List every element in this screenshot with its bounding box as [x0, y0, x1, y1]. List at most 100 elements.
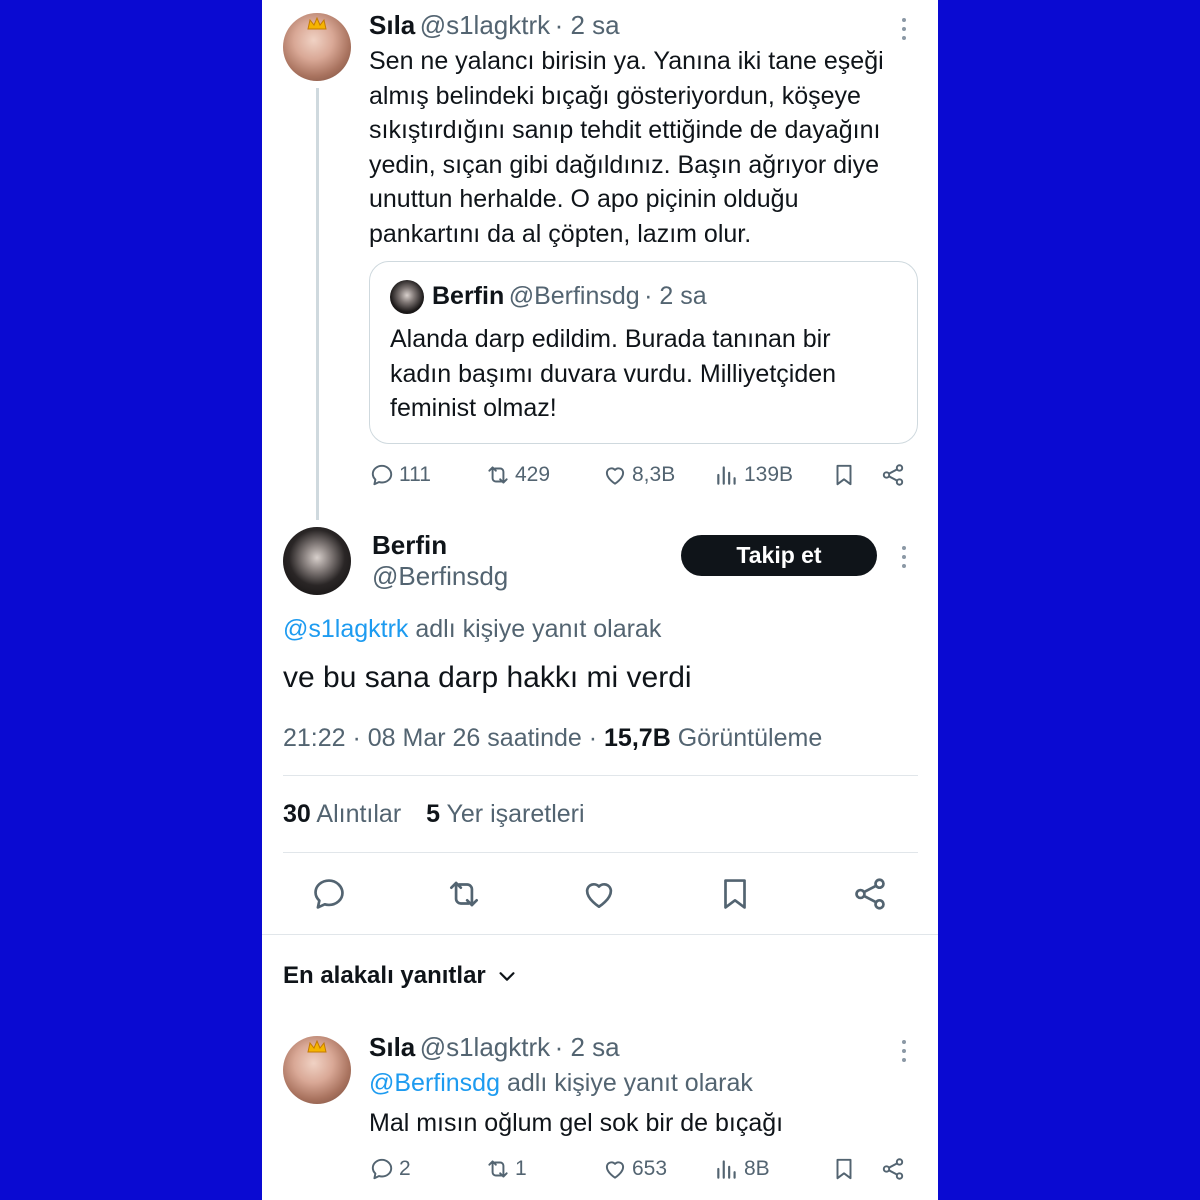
tweet1-line: unuttun herhalde. O apo piçinin olduğu [369, 185, 799, 213]
like-icon [605, 467, 625, 485]
tweet1-bookmark-button[interactable] [831, 462, 857, 488]
quote-header: Berfin @Berfinsdg · 2 sa [432, 282, 707, 311]
main-views-label: Görüntüleme [677, 724, 823, 752]
reply-reply-button[interactable]: 2 [369, 1156, 411, 1182]
reply-reply-to-link[interactable]: @Berfinsdg [369, 1069, 500, 1097]
quote-name: Berfin [432, 282, 505, 310]
reply-bookmark-button[interactable] [831, 1156, 857, 1182]
views-icon [717, 1160, 736, 1179]
bookmarks-stat[interactable]: 5 Yer işaretleri [426, 800, 584, 828]
reply-context: @Berfinsdg adlı kişiye yanıt olarak [369, 1069, 753, 1098]
main-meta: 21:22 · 08 Mar 26 saatinde · 15,7B Görün… [283, 724, 822, 753]
reply-handle[interactable]: @s1lagktrk [420, 1032, 550, 1062]
tweet1-reply-count: 111 [399, 463, 431, 486]
quote-line: kadın başımı duvara vurdu. Milliyetçiden [390, 359, 837, 388]
reply-like-button[interactable]: 653 [602, 1156, 667, 1182]
reply-reply-count: 2 [399, 1157, 411, 1180]
tweet1-repost-count: 429 [515, 463, 551, 486]
main-views-count: 15,7B [604, 724, 671, 752]
quotes-stat[interactable]: 30 Alıntılar [283, 800, 401, 828]
share-icon [882, 464, 904, 486]
quote-line: feminist olmaz! [390, 394, 557, 422]
main-like-icon[interactable] [580, 875, 618, 913]
reply-repost-count: 1 [515, 1157, 527, 1180]
tweet1-views-button[interactable]: 139B [714, 462, 793, 488]
divider [283, 775, 918, 776]
main-tweet-text: ve bu sana darp hakkı mi verdi [283, 661, 692, 694]
tweet1-like-count: 8,3B [632, 463, 676, 486]
quotes-label: Alıntılar [316, 800, 402, 828]
divider [283, 852, 918, 853]
tweet1-line: Sen ne yalancı birisin ya. Yanına iki ta… [369, 47, 884, 75]
divider [262, 934, 938, 935]
tweet1-like-button[interactable]: 8,3B [602, 462, 675, 488]
tweet1-repost-button[interactable]: 429 [485, 462, 550, 488]
tweet1-line: almış belindeki bıçağı gösteriyordun, kö… [369, 81, 861, 110]
quote-handle: @Berfinsdg [508, 282, 640, 310]
reply-text: Mal mısın oğlum gel sok bir de bıçağı [369, 1109, 784, 1137]
quote-text: Alanda darp edildim. Burada tanınan bir … [390, 322, 900, 426]
main-reply-icon[interactable] [310, 875, 348, 913]
reply-to-suffix: adlı kişiye yanıt olarak [415, 615, 662, 643]
thread-line [316, 88, 319, 520]
quote-avatar [390, 280, 424, 314]
bookmark-icon [836, 1158, 852, 1180]
reply-views-button[interactable]: 8B [714, 1156, 770, 1182]
reply-share-button[interactable] [880, 1156, 906, 1182]
avatar-sila[interactable] [283, 13, 351, 81]
tweet1-views-count: 139B [744, 463, 794, 486]
main-bookmark-icon[interactable] [716, 875, 754, 913]
reply-icon [371, 464, 393, 486]
replies-sort-label: En alakalı yanıtlar [283, 962, 486, 989]
reply-views-count: 8B [744, 1157, 770, 1180]
quoted-tweet-card[interactable]: Berfin @Berfinsdg · 2 sa Alanda darp edi… [369, 261, 918, 444]
main-timestamp[interactable]: 21:22 · 08 Mar 26 saatinde · [283, 724, 597, 752]
main-more-icon[interactable] [900, 546, 908, 568]
bookmarks-count: 5 [426, 800, 441, 828]
reply-header: Sıla @s1lagktrk · 2 sa [369, 1032, 620, 1063]
quotes-count: 30 [283, 800, 311, 828]
quote-line: Alanda darp edildim. Burada tanınan bir [390, 325, 831, 353]
views-icon [717, 466, 736, 485]
quote-time: · 2 sa [644, 282, 707, 310]
like-icon [605, 1161, 625, 1179]
main-share-icon[interactable] [851, 875, 889, 913]
main-name[interactable]: Berfin [372, 530, 447, 561]
reply-more-icon[interactable] [900, 1040, 908, 1062]
tweet-thread-panel: Sıla @s1lagktrk · 2 sa Sen ne yalancı bi… [262, 0, 938, 1200]
crown-emoji-icon [307, 1040, 327, 1053]
tweet1-share-button[interactable] [880, 462, 906, 488]
main-reply-context: @s1lagktrk adlı kişiye yanıt olarak [283, 615, 661, 644]
tweet1-line: yedin, sıçan gibi dağıldınız. Başın ağrı… [369, 150, 880, 179]
follow-button[interactable]: Takip et [681, 535, 877, 576]
chevron-down-icon [499, 972, 515, 981]
tweet1-text: Sen ne yalancı birisin ya. Yanına iki ta… [369, 44, 914, 251]
crown-emoji-icon [307, 17, 327, 30]
tweet1-header: Sıla @s1lagktrk · 2 sa [369, 10, 620, 41]
share-icon [882, 1158, 904, 1180]
avatar-berfin[interactable] [283, 527, 351, 595]
repost-icon [488, 466, 508, 484]
tweet1-line: pankartını da al çöpten, lazım olur. [369, 219, 752, 248]
reply-time[interactable]: · 2 sa [555, 1032, 620, 1062]
reply-avatar-sila[interactable] [283, 1036, 351, 1104]
tweet1-reply-button[interactable]: 111 [369, 462, 431, 488]
main-stats: 30 Alıntılar 5 Yer işaretleri [283, 800, 585, 829]
reply-to-link[interactable]: @s1lagktrk [283, 615, 408, 643]
tweet1-line: sıkıştırdığını sanıp tehdit ettiğinde de… [369, 116, 881, 144]
reply-like-count: 653 [632, 1157, 668, 1180]
reply-repost-button[interactable]: 1 [485, 1156, 527, 1182]
replies-sort-dropdown[interactable]: En alakalı yanıtlar [283, 962, 518, 990]
reply-reply-to-suffix: adlı kişiye yanıt olarak [506, 1069, 753, 1097]
main-handle[interactable]: @Berfinsdg [372, 561, 508, 592]
bookmark-icon [836, 464, 852, 486]
main-repost-icon[interactable] [445, 875, 483, 913]
repost-icon [488, 1160, 508, 1178]
reply-name[interactable]: Sıla [369, 1032, 415, 1062]
tweet1-handle[interactable]: @s1lagktrk [420, 10, 550, 40]
tweet1-name[interactable]: Sıla [369, 10, 415, 40]
tweet1-more-icon[interactable] [900, 18, 908, 40]
bookmarks-label: Yer işaretleri [446, 800, 585, 828]
tweet1-time[interactable]: · 2 sa [555, 10, 620, 40]
reply-icon [371, 1158, 393, 1180]
